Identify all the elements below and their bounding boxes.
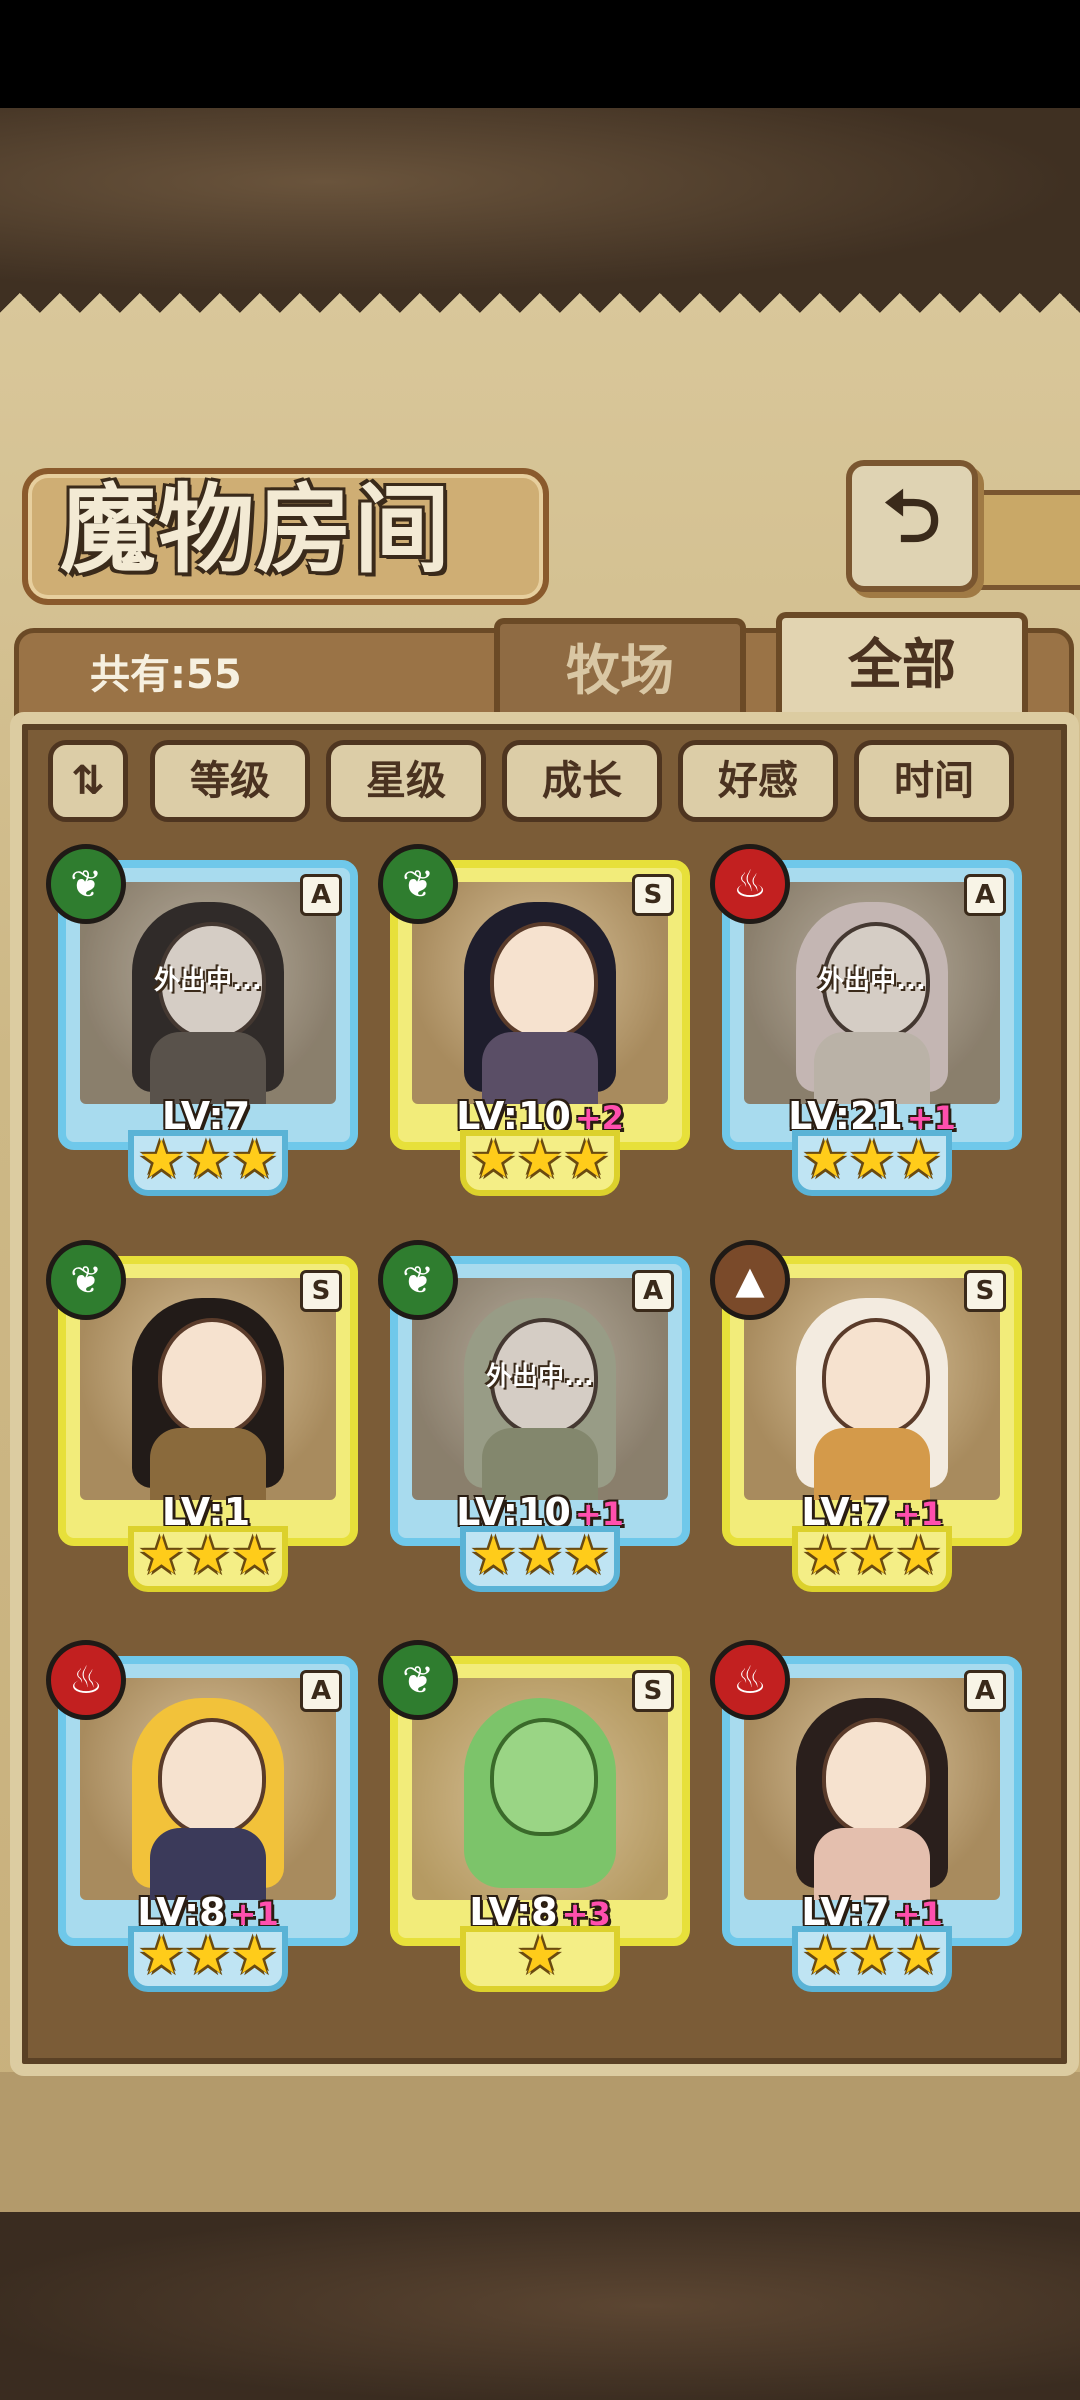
star-rating: ★★★ (470, 1526, 610, 1586)
fire-element-icon: ♨ (710, 1640, 790, 1720)
parchment-footer (0, 2072, 1080, 2212)
monster-portrait (80, 1278, 336, 1500)
page-title: 魔物房间 (60, 473, 452, 586)
face-shape (490, 922, 598, 1040)
face-shape (158, 1718, 266, 1836)
grass-element-icon: ❦ (378, 1640, 458, 1720)
monster-card[interactable]: S ❦ LV:1 ★★★ (46, 1240, 358, 1592)
sort-affection-button[interactable]: 好感 (678, 740, 838, 822)
monster-card[interactable]: A ♨ LV:8 +1 ★★★ (46, 1640, 358, 1992)
back-rail (960, 490, 1080, 590)
map-background-top (0, 108, 1080, 293)
sort-order-toggle[interactable]: ⇅ (48, 740, 128, 822)
sort-growth-button[interactable]: 成长 (502, 740, 662, 822)
rank-badge: S (632, 874, 674, 916)
tab-ranch[interactable]: 牧场 (494, 618, 746, 716)
star-rating: ★★★ (470, 1130, 610, 1190)
sort-level-button[interactable]: 等级 (150, 740, 310, 822)
earth-element-icon: ▲ (710, 1240, 790, 1320)
monster-card[interactable]: S ❦ LV:10 +2 ★★★ (378, 844, 690, 1196)
torn-edge-top (0, 293, 1080, 333)
star-rating: ★ (516, 1926, 564, 1986)
grass-element-icon: ❦ (378, 844, 458, 924)
rank-badge: S (300, 1270, 342, 1312)
star-rating: ★★★ (138, 1926, 278, 1986)
star-rating: ★★★ (802, 1926, 942, 1986)
star-rating: ★★★ (138, 1130, 278, 1190)
monster-portrait (744, 1278, 1000, 1500)
star-rating: ★★★ (802, 1526, 942, 1586)
monster-card[interactable]: 外出中... A ♨ LV:21 +1 ★★★ (710, 844, 1022, 1196)
status-bar (0, 0, 1080, 108)
monster-count: 共有:55 (90, 652, 242, 698)
monster-portrait (80, 1678, 336, 1900)
face-shape (158, 1318, 266, 1436)
away-status: 外出中... (818, 966, 926, 996)
monster-card[interactable]: 外出中... A ❦ LV:7 ★★★ (46, 844, 358, 1196)
rank-badge: A (300, 874, 342, 916)
rank-badge: S (964, 1270, 1006, 1312)
monster-portrait (744, 1678, 1000, 1900)
fire-element-icon: ♨ (46, 1640, 126, 1720)
monster-card[interactable]: A ♨ LV:7 +1 ★★★ (710, 1640, 1022, 1992)
grass-element-icon: ❦ (378, 1240, 458, 1320)
face-shape (490, 1718, 598, 1836)
sort-time-button[interactable]: 时间 (854, 740, 1014, 822)
monster-portrait (412, 1678, 668, 1900)
monster-card[interactable]: S ▲ LV:7 +1 ★★★ (710, 1240, 1022, 1592)
back-arrow-icon: ⮌ (883, 474, 941, 558)
grass-element-icon: ❦ (46, 844, 126, 924)
monster-card[interactable]: S ❦ LV:8 +3 ★ (378, 1640, 690, 1992)
back-button[interactable]: ⮌ (846, 460, 978, 592)
monster-portrait (412, 882, 668, 1104)
rank-badge: A (632, 1270, 674, 1312)
away-status: 外出中... (154, 966, 262, 996)
rank-badge: A (964, 874, 1006, 916)
sort-order-icon: ⇅ (71, 758, 105, 804)
star-rating: ★★★ (138, 1526, 278, 1586)
fire-element-icon: ♨ (710, 844, 790, 924)
face-shape (822, 1718, 930, 1836)
sort-star-button[interactable]: 星级 (326, 740, 486, 822)
monster-card[interactable]: 外出中... A ❦ LV:10 +1 ★★★ (378, 1240, 690, 1592)
map-background-bottom (0, 2212, 1080, 2400)
rank-badge: A (964, 1670, 1006, 1712)
rank-badge: A (300, 1670, 342, 1712)
star-rating: ★★★ (802, 1130, 942, 1190)
rank-badge: S (632, 1670, 674, 1712)
away-status: 外出中... (486, 1362, 594, 1392)
grass-element-icon: ❦ (46, 1240, 126, 1320)
face-shape (822, 1318, 930, 1436)
